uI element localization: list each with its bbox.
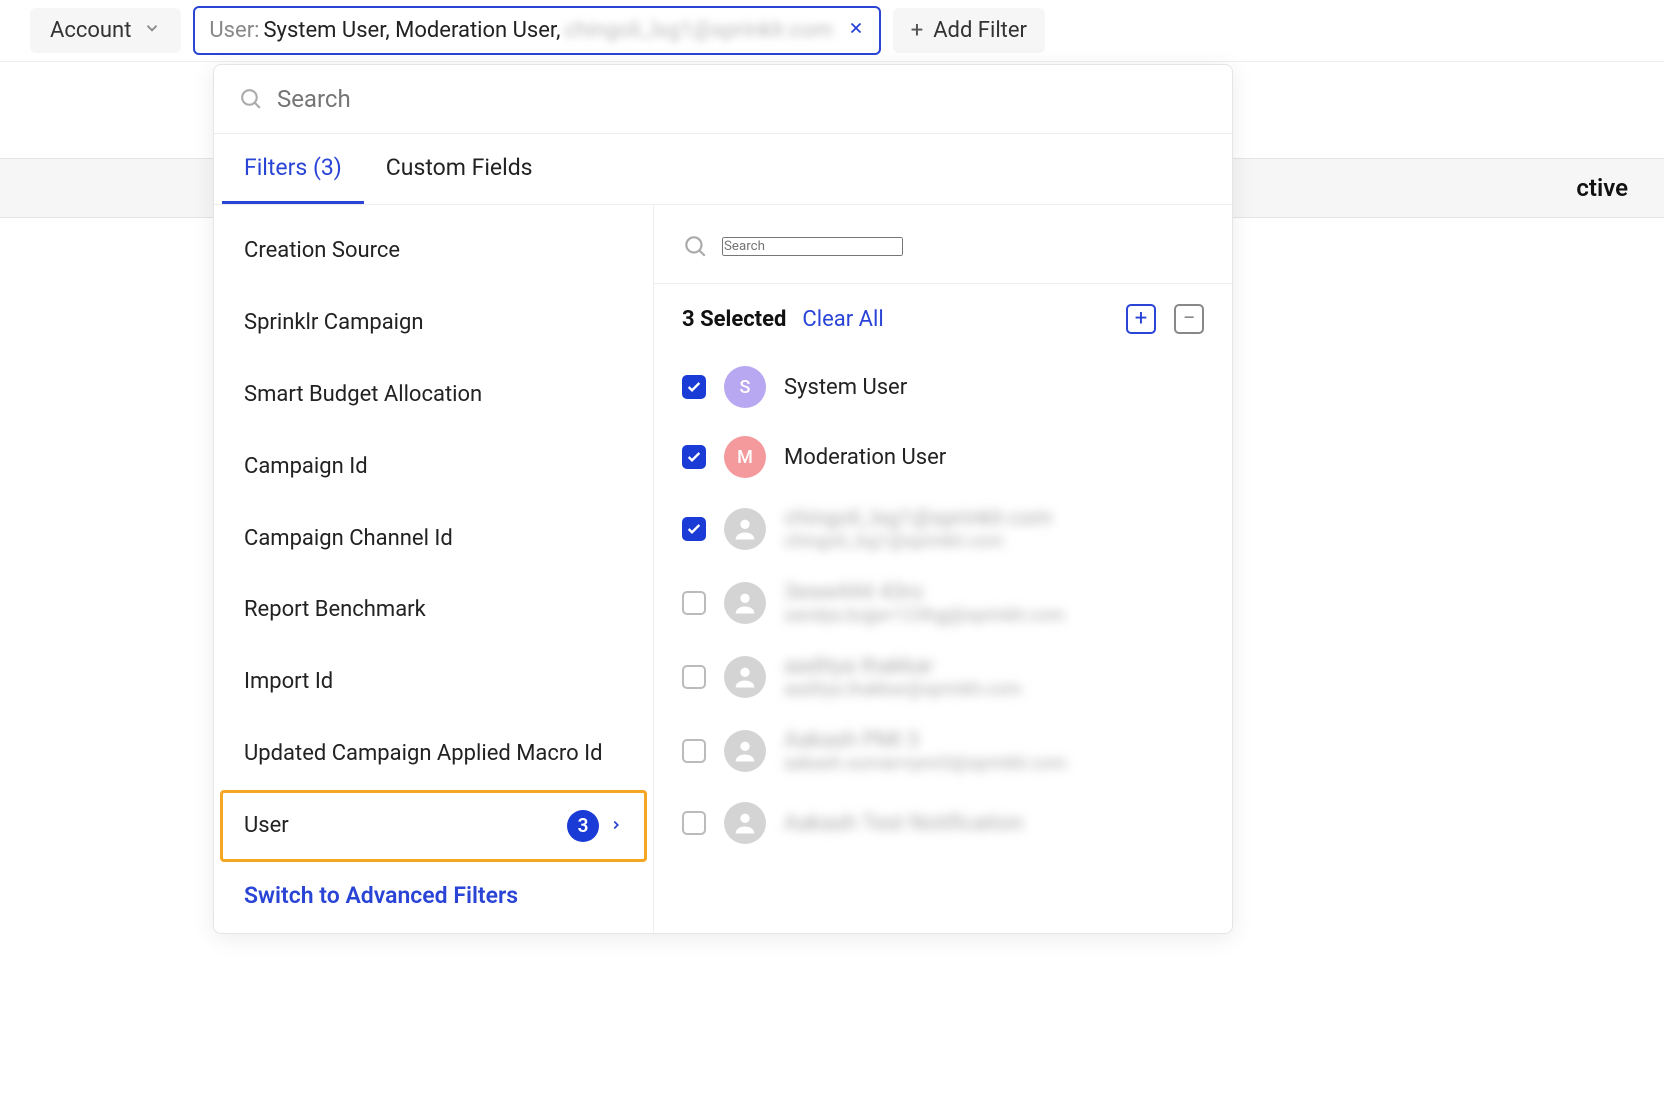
user-filter-prefix: User: [209,18,259,43]
avatar: M [724,436,766,478]
avatar: S [724,366,766,408]
filter-dropdown-panel: Filters (3) Custom Fields Creation Sourc… [213,64,1233,934]
filter-item-label: User [244,810,289,842]
include-exclude-toggle: + − [1126,304,1204,334]
filter-category-list: Creation Source Sprinklr Campaign Smart Bu… [214,205,654,933]
user-texts: Aakash PMI 3aakash.suman+pmi3@sprinklr.c… [784,728,1067,774]
filter-item-label: Import Id [244,666,333,698]
user-name: aaditya thakkar [784,654,1021,679]
user-name: Moderation User [784,445,946,470]
plus-icon: + [911,18,923,43]
chevron-right-icon [609,812,623,840]
user-filter-value: System User, Moderation User, [263,18,560,43]
user-checkbox[interactable] [682,517,706,541]
user-sub: aaditya.thakkar@sprinklr.com [784,679,1021,700]
filter-item-label: Campaign Id [244,451,368,483]
account-filter-chip[interactable]: Account [30,8,181,53]
user-row[interactable]: Aakash Test Notification [682,788,1204,858]
user-checkbox[interactable] [682,375,706,399]
user-sub: sandya.bojja+123hgj@sprinklr.com [784,605,1064,626]
user-sub: aakash.suman+pmi3@sprinklr.com [784,753,1067,774]
user-filter-chip[interactable]: User: System User, Moderation User, chin… [193,6,880,55]
user-row[interactable]: M Moderation User [682,422,1204,492]
user-sub: chingoli_lsg1@sprinklr.com [784,531,1052,552]
user-texts: System User [784,375,907,400]
dropdown-search-input[interactable] [277,85,1208,113]
avatar [724,508,766,550]
dropdown-tabs: Filters (3) Custom Fields [214,134,1232,205]
value-search-row [654,219,1232,284]
tab-filters[interactable]: Filters (3) [222,134,364,204]
value-list: 3 Selected Clear All + − S System User M Mo… [654,284,1232,933]
filter-count-badge: 3 [567,810,599,842]
avatar [724,730,766,772]
filter-item[interactable]: Updated Campaign Applied Macro Id [214,718,653,790]
user-filter-blurred: chingoli_lsg1@sprinklr.com [564,18,832,43]
filter-item[interactable]: Creation Source [214,215,653,287]
user-row[interactable]: aaditya thakkaraaditya.thakkar@sprinklr.… [682,640,1204,714]
add-filter-button[interactable]: + Add Filter [893,8,1045,53]
user-row[interactable]: S System User [682,352,1204,422]
filter-item[interactable]: Smart Budget Allocation [214,359,653,431]
filter-item-label: Smart Budget Allocation [244,379,482,411]
selected-header: 3 Selected Clear All + − [682,304,1204,334]
filter-topbar: Account User: System User, Moderation Us… [0,0,1664,62]
filter-item[interactable]: Report Benchmark [214,574,653,646]
user-texts: Aakash Test Notification [784,811,1023,836]
filter-item-label: Report Benchmark [244,594,426,626]
exclude-button[interactable]: − [1174,304,1204,334]
user-checkbox[interactable] [682,591,706,615]
user-row[interactable]: Aakash PMI 3aakash.suman+pmi3@sprinklr.c… [682,714,1204,788]
filter-item-label: Sprinklr Campaign [244,307,424,339]
selected-count-label: 3 Selected [682,307,786,332]
filter-item-label: Campaign Channel Id [244,523,453,555]
user-name: chingoli_lsg1@sprinklr.com [784,506,1052,531]
user-texts: 3ewe444 43rosandya.bojja+123hgj@sprinklr… [784,580,1064,626]
user-name: 3ewe444 43ro [784,580,1064,605]
chevron-down-icon [143,18,161,43]
user-texts: chingoli_lsg1@sprinklr.comchingoli_lsg1@… [784,506,1052,552]
search-icon [682,233,708,259]
filter-item[interactable]: Sprinklr Campaign [214,287,653,359]
value-search-input[interactable] [722,237,903,256]
user-checkbox[interactable] [682,811,706,835]
user-texts: Moderation User [784,445,946,470]
filter-item[interactable]: Import Id [214,646,653,718]
dropdown-search-row [214,65,1232,134]
search-icon [238,86,263,112]
user-checkbox[interactable] [682,445,706,469]
avatar [724,802,766,844]
band-partial-text: ctive [1576,174,1628,202]
user-row[interactable]: 3ewe444 43rosandya.bojja+123hgj@sprinklr… [682,566,1204,640]
filter-item[interactable]: Campaign Channel Id [214,503,653,575]
user-checkbox[interactable] [682,739,706,763]
user-name: Aakash Test Notification [784,811,1023,836]
tab-custom-fields[interactable]: Custom Fields [364,134,555,204]
user-name: Aakash PMI 3 [784,728,1067,753]
filter-value-pane: 3 Selected Clear All + − S System User M Mo… [654,205,1232,933]
dropdown-body: Creation Source Sprinklr Campaign Smart Bu… [214,205,1232,933]
add-filter-label: Add Filter [933,18,1027,43]
user-name: System User [784,375,907,400]
user-row[interactable]: chingoli_lsg1@sprinklr.comchingoli_lsg1@… [682,492,1204,566]
filter-item-label: Creation Source [244,235,400,267]
switch-advanced-filters-link[interactable]: Switch to Advanced Filters [214,862,653,919]
account-filter-label: Account [50,18,131,43]
filter-item-user[interactable]: User 3 [220,790,647,862]
user-texts: aaditya thakkaraaditya.thakkar@sprinklr.… [784,654,1021,700]
include-button[interactable]: + [1126,304,1156,334]
filter-item-label: Updated Campaign Applied Macro Id [244,738,603,770]
filter-item[interactable]: Campaign Id [214,431,653,503]
clear-all-link[interactable]: Clear All [802,307,883,332]
avatar [724,656,766,698]
avatar [724,582,766,624]
user-checkbox[interactable] [682,665,706,689]
close-icon[interactable] [847,19,865,42]
